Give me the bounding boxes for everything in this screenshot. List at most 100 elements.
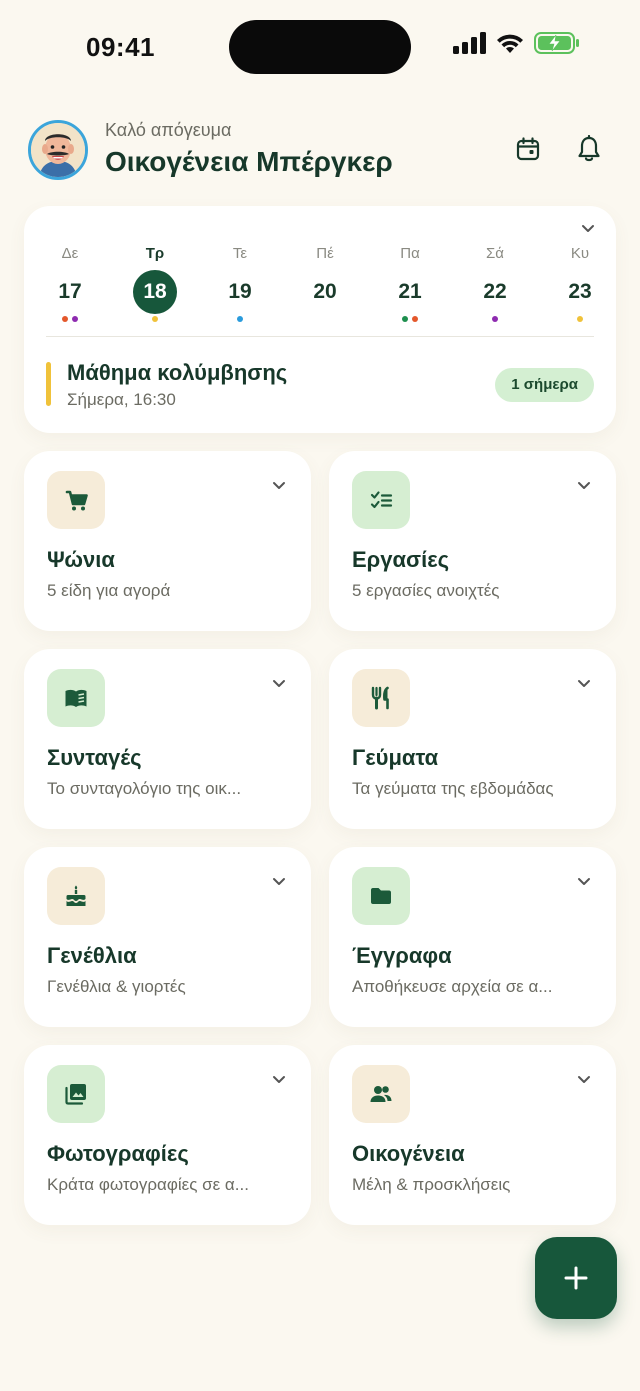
- card-icon-badge: [47, 669, 105, 727]
- card-expand-button[interactable]: [271, 1071, 287, 1092]
- day-number: 22: [483, 280, 507, 303]
- card-subtitle: Το συνταγολόγιο της οικ...: [47, 779, 242, 798]
- plus-icon: [564, 1266, 588, 1290]
- card-icon-badge: [352, 867, 410, 925]
- chevron-down-icon: [273, 482, 285, 489]
- checklist-icon: [370, 491, 393, 509]
- day-name: Κυ: [570, 245, 590, 262]
- card-expand-button[interactable]: [271, 873, 287, 894]
- status-bar: 09:41: [0, 0, 640, 95]
- avatar-illustration-icon: [31, 123, 85, 177]
- card-title: Ψώνια: [47, 547, 115, 572]
- day-number: 17: [58, 280, 82, 303]
- event-dot: [492, 316, 498, 322]
- calendar-divider: [46, 336, 594, 337]
- calendar-button[interactable]: [513, 134, 543, 164]
- calendar-day-23[interactable]: Κυ 23: [557, 244, 603, 322]
- event-dot: [402, 316, 408, 322]
- chevron-down-icon: [578, 1076, 590, 1083]
- event-dots: [472, 316, 518, 322]
- calendar-day-18[interactable]: Τρ 18: [132, 244, 178, 322]
- chevron-down-icon: [578, 878, 590, 885]
- event-dots: [387, 316, 433, 322]
- card-title: Έγγραφα: [352, 943, 452, 968]
- day-number: 19: [228, 280, 252, 303]
- book-icon: [65, 689, 87, 707]
- header: Καλό απόγευμα Οικογένεια Μπέργκερ: [28, 118, 612, 184]
- event-time: Σήμερα, 16:30: [67, 390, 176, 409]
- card-title: Γενέθλια: [47, 943, 137, 968]
- feature-card-cake[interactable]: Γενέθλια Γενέθλια & γιορτές: [24, 847, 311, 1027]
- card-icon-badge: [352, 669, 410, 727]
- avatar[interactable]: [28, 120, 88, 180]
- card-icon-badge: [352, 1065, 410, 1123]
- card-icon-badge: [47, 1065, 105, 1123]
- card-subtitle: Μέλη & προσκλήσεις: [352, 1175, 511, 1194]
- day-number-selected: 18: [133, 270, 177, 314]
- add-button[interactable]: [535, 1237, 617, 1319]
- calendar-expand-button[interactable]: [580, 220, 596, 241]
- calendar-day-19[interactable]: Τε 19: [217, 244, 263, 322]
- card-subtitle: Αποθήκευσε αρχεία σε α...: [352, 977, 553, 996]
- card-icon-badge: [352, 471, 410, 529]
- day-name: Σά: [486, 245, 504, 262]
- chevron-down-icon: [578, 482, 590, 489]
- calendar-day-20[interactable]: Πέ 20: [302, 244, 348, 322]
- event-color-bar: [46, 362, 51, 406]
- day-number: 20: [313, 280, 337, 303]
- chevron-down-icon: [578, 680, 590, 687]
- feature-card-cutlery[interactable]: Γεύματα Τα γεύματα της εβδομάδας: [329, 649, 616, 829]
- chevron-down-icon: [582, 225, 594, 232]
- chevron-down-icon: [273, 878, 285, 885]
- status-time: 09:41: [86, 32, 155, 62]
- today-count-badge[interactable]: 1 σήμερα: [495, 368, 594, 402]
- battery-icon: [534, 32, 579, 54]
- upcoming-event[interactable]: Μάθημα κολύμβησης Σήμερα, 16:30 1 σήμερα: [46, 360, 594, 409]
- week-row: Δε 17 Τρ 18 Τε 19 Πέ 20 Πα 21 Σά 22 Κυ 23: [58, 244, 592, 334]
- cart-icon: [65, 490, 88, 511]
- feature-card-folder[interactable]: Έγγραφα Αποθήκευσε αρχεία σε α...: [329, 847, 616, 1027]
- card-subtitle: 5 εργασίες ανοιχτές: [352, 581, 500, 600]
- wifi-icon: [497, 34, 523, 53]
- card-icon-badge: [47, 867, 105, 925]
- card-subtitle: Τα γεύματα της εβδομάδας: [352, 779, 554, 798]
- photos-icon: [65, 1084, 86, 1105]
- page-title: Οικογένεια Μπέργκερ: [105, 146, 393, 177]
- feature-card-checklist[interactable]: Εργασίες 5 εργασίες ανοιχτές: [329, 451, 616, 631]
- feature-card-photos[interactable]: Φωτογραφίες Κράτα φωτογραφίες σε α...: [24, 1045, 311, 1225]
- card-expand-button[interactable]: [576, 1071, 592, 1092]
- card-expand-button[interactable]: [271, 477, 287, 498]
- event-dot: [62, 316, 68, 322]
- card-expand-button[interactable]: [271, 675, 287, 696]
- calendar-day-21[interactable]: Πα 21: [387, 244, 433, 322]
- chevron-down-icon: [273, 1076, 285, 1083]
- card-expand-button[interactable]: [576, 675, 592, 696]
- greeting-text: Καλό απόγευμα: [105, 120, 232, 140]
- card-title: Συνταγές: [47, 745, 142, 770]
- feature-card-book[interactable]: Συνταγές Το συνταγολόγιο της οικ...: [24, 649, 311, 829]
- calendar-day-22[interactable]: Σά 22: [472, 244, 518, 322]
- calendar-day-17[interactable]: Δε 17: [47, 244, 93, 322]
- event-title: Μάθημα κολύμβησης: [67, 360, 288, 385]
- day-number: 23: [568, 280, 592, 303]
- event-dots: [132, 316, 178, 322]
- event-dot: [72, 316, 78, 322]
- event-dots: [47, 316, 93, 322]
- card-title: Εργασίες: [352, 547, 450, 572]
- card-subtitle: 5 είδη για αγορά: [47, 581, 171, 600]
- people-icon: [370, 1086, 392, 1102]
- event-dot: [237, 316, 243, 322]
- notifications-button[interactable]: [574, 134, 604, 164]
- feature-card-cart[interactable]: Ψώνια 5 είδη για αγορά: [24, 451, 311, 631]
- event-dots: [557, 316, 603, 322]
- card-expand-button[interactable]: [576, 477, 592, 498]
- card-title: Φωτογραφίες: [47, 1141, 189, 1166]
- status-icons: [452, 32, 580, 54]
- feature-card-people[interactable]: Οικογένεια Μέλη & προσκλήσεις: [329, 1045, 616, 1225]
- event-dot: [577, 316, 583, 322]
- folder-icon: [371, 888, 391, 904]
- event-dot: [412, 316, 418, 322]
- day-name: Πέ: [316, 245, 334, 262]
- card-title: Οικογένεια: [352, 1141, 465, 1166]
- card-expand-button[interactable]: [576, 873, 592, 894]
